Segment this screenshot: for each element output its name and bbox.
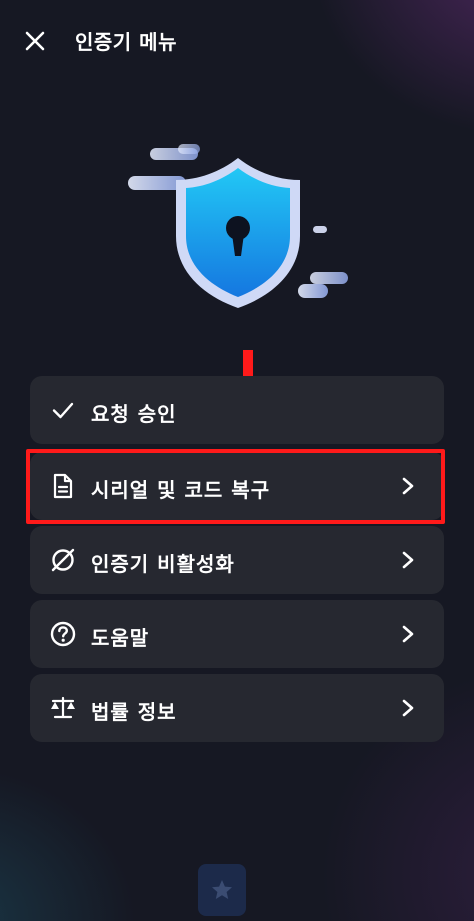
menu-item-legal-info[interactable]: 법률 정보 — [30, 674, 444, 742]
menu-item-label: 법률 정보 — [91, 700, 177, 724]
star-icon — [212, 880, 232, 899]
scales-icon — [50, 695, 76, 721]
menu-item-label: 요청 승인 — [91, 402, 177, 426]
menu-item-approve-request[interactable]: 요청 승인 — [30, 376, 444, 444]
page-title: 인증기 메뉴 — [75, 30, 177, 54]
close-button[interactable] — [18, 24, 52, 58]
menu-item-disable-authenticator[interactable]: 인증기 비활성화 — [30, 526, 444, 594]
chevron-right-icon — [402, 551, 414, 569]
bottom-nav-star-tab[interactable] — [198, 864, 246, 916]
highlight-box — [26, 449, 445, 524]
chevron-right-icon — [402, 625, 414, 643]
menu-item-label: 인증기 비활성화 — [91, 552, 235, 576]
menu-item-label: 도움말 — [91, 626, 150, 650]
header: 인증기 메뉴 — [0, 0, 474, 82]
close-icon — [25, 31, 45, 51]
checkmark-icon — [50, 397, 76, 423]
chevron-right-icon — [402, 699, 414, 717]
shield-lock-illustration — [128, 144, 348, 308]
help-circle-icon — [50, 621, 76, 647]
menu-item-help[interactable]: 도움말 — [30, 600, 444, 668]
disable-circle-icon — [50, 547, 76, 573]
